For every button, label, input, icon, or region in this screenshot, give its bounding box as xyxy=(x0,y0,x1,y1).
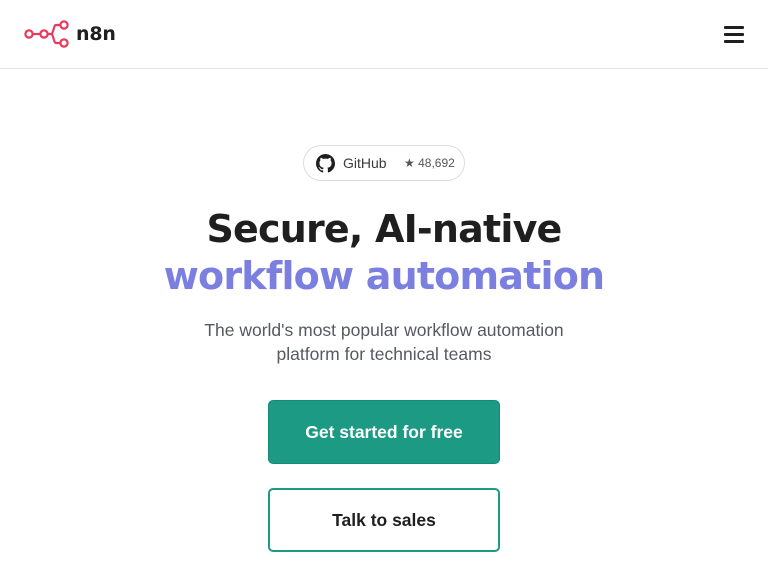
menu-line xyxy=(724,33,744,36)
get-started-button[interactable]: Get started for free xyxy=(268,400,500,464)
github-stars-link[interactable]: GitHub ★ 48,692 xyxy=(303,145,465,181)
n8n-logo-icon xyxy=(24,20,69,48)
menu-line xyxy=(724,40,744,43)
hero-subtitle-line1: The world's most popular workflow automa… xyxy=(204,320,564,340)
github-label: GitHub xyxy=(343,155,387,171)
brand-name: n8n xyxy=(76,23,116,45)
site-header: n8n xyxy=(0,0,768,69)
hero-subtitle-line2: platform for technical teams xyxy=(276,344,492,364)
github-icon xyxy=(316,154,335,173)
github-star-count: ★ 48,692 xyxy=(404,156,455,170)
menu-line xyxy=(724,26,744,29)
hero-headline-line1: Secure, AI-native xyxy=(206,207,562,251)
talk-to-sales-button[interactable]: Talk to sales xyxy=(268,488,500,552)
hero-headline-line2: workflow automation xyxy=(163,254,605,298)
brand-logo-link[interactable]: n8n xyxy=(24,19,116,49)
hamburger-menu-icon[interactable] xyxy=(720,21,748,47)
